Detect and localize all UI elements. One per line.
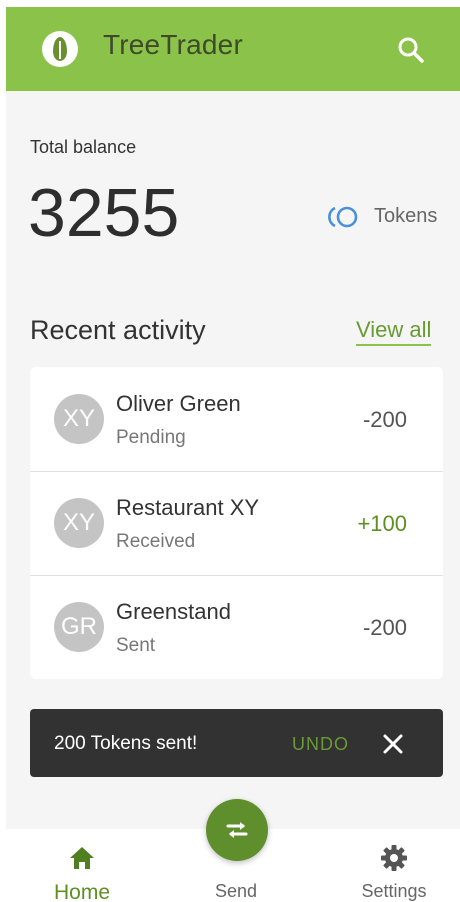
contact-name: Greenstand xyxy=(116,599,231,624)
list-item[interactable]: XY Restaurant XY Received +100 xyxy=(30,471,443,576)
activity-list: XY Oliver Green Pending -200 XY Restaura… xyxy=(30,367,443,679)
search-icon[interactable] xyxy=(394,33,428,67)
transaction-amount: -200 xyxy=(362,407,407,432)
balance-unit: Tokens xyxy=(374,205,438,227)
avatar: XY xyxy=(54,498,104,548)
swap-arrows-icon xyxy=(226,822,248,838)
token-icon xyxy=(326,205,362,229)
recent-activity-title: Recent activity xyxy=(30,315,206,345)
balance-label: Total balance xyxy=(30,137,137,157)
undo-button[interactable]: UNDO xyxy=(292,734,349,755)
home-icon xyxy=(67,843,97,873)
snackbar: 200 Tokens sent! UNDO xyxy=(30,709,443,777)
contact-name: Restaurant XY xyxy=(116,495,260,520)
nav-settings-label: Settings xyxy=(361,881,427,901)
transaction-status: Received xyxy=(116,531,196,552)
nav-settings[interactable]: Settings xyxy=(344,829,444,902)
snackbar-message: 200 Tokens sent! xyxy=(54,733,198,754)
transaction-amount: +100 xyxy=(357,511,407,536)
list-item[interactable]: GR Greenstand Sent -200 xyxy=(30,575,443,679)
contact-name: Oliver Green xyxy=(116,391,241,416)
tree-leaf-icon xyxy=(42,31,78,67)
transaction-status: Pending xyxy=(116,427,186,448)
send-fab-button[interactable] xyxy=(206,799,268,861)
nav-home-label: Home xyxy=(53,881,111,902)
balance-value: 3255 xyxy=(28,175,180,251)
app-frame: TreeTrader Total balance 3255 Tokens Rec… xyxy=(6,7,460,902)
top-app-bar: TreeTrader xyxy=(6,7,460,91)
nav-send-label: Send xyxy=(214,881,258,901)
list-item[interactable]: XY Oliver Green Pending -200 xyxy=(30,367,443,472)
transaction-amount: -200 xyxy=(362,615,407,640)
gear-icon xyxy=(379,843,409,873)
transaction-status: Sent xyxy=(116,635,156,656)
avatar: XY xyxy=(54,394,104,444)
app-title: TreeTrader xyxy=(103,29,243,60)
view-all-link[interactable]: View all xyxy=(356,317,432,346)
close-icon[interactable] xyxy=(378,729,408,759)
nav-home[interactable]: Home xyxy=(36,829,128,902)
avatar: GR xyxy=(54,602,104,652)
